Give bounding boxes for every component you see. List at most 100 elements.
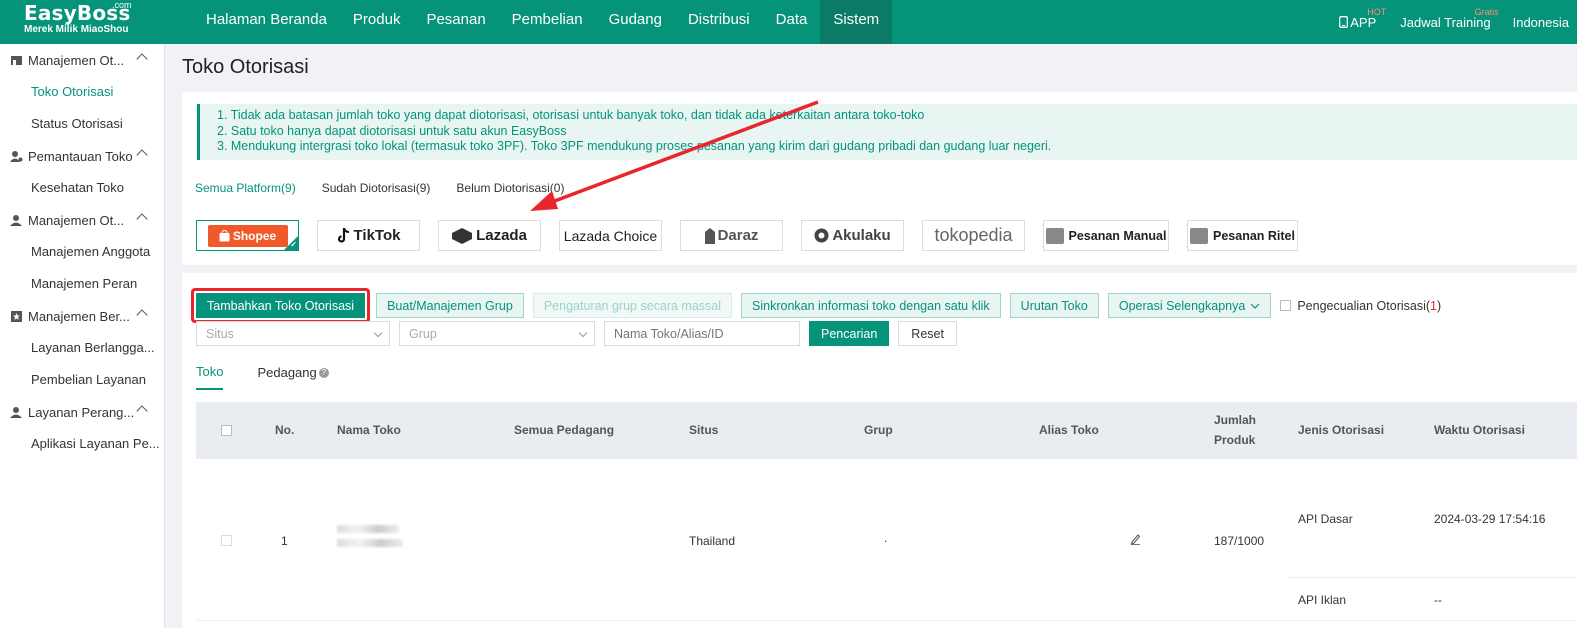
checkbox[interactable]	[1280, 300, 1292, 311]
shopee-logo: Shopee	[207, 224, 288, 247]
chevron-up-icon	[136, 405, 148, 417]
platform-label: Daraz	[717, 227, 759, 244]
notice-line: 3. Mendukung intergrasi toko lokal (term…	[217, 139, 1052, 153]
nav-orders[interactable]: Pesanan	[413, 0, 498, 44]
add-authorized-store-button[interactable]: Tambahkan Toko Otorisasi	[196, 293, 366, 318]
sync-store-info-button[interactable]: Sinkronkan informasi toko dengan satu kl…	[741, 293, 1001, 318]
site-select[interactable]: Situs	[196, 321, 390, 346]
brand-tagline: Merek Milik MiaoShou	[24, 24, 129, 35]
group-select[interactable]: Grup	[399, 321, 595, 346]
action-toolbar: Tambahkan Toko Otorisasi Buat/Manajemen …	[191, 288, 1441, 323]
nav-warehouse[interactable]: Gudang	[596, 0, 675, 44]
phone-icon	[1339, 16, 1349, 28]
chevron-up-icon	[136, 53, 148, 65]
page-title: Toko Otorisasi	[182, 56, 309, 78]
nav-system[interactable]: Sistem	[820, 0, 893, 44]
brand-logo[interactable]: EasyBoss .com Merek Milik MiaoShou	[24, 0, 144, 42]
sidebar-item-manajemen-peran[interactable]: Manajemen Peran	[0, 268, 164, 300]
brand-domain: .com	[112, 0, 132, 10]
edit-icon[interactable]	[1130, 533, 1141, 545]
col-no: No.	[275, 423, 295, 437]
select-all-checkbox[interactable]	[221, 425, 232, 436]
platform-retail-orders[interactable]: Pesanan Ritel	[1187, 220, 1298, 251]
language-selector[interactable]: Indonesia	[1513, 15, 1569, 30]
nav-purchases[interactable]: Pembelian	[499, 0, 596, 44]
sidebar-group-subscription[interactable]: Manajemen Ber...	[0, 300, 164, 332]
sidebar-group-label: Manajemen Ot...	[28, 52, 125, 68]
nav-data[interactable]: Data	[763, 0, 821, 44]
table-header: No. Nama Toko Semua Pedagang Situs Grup …	[196, 402, 1577, 459]
reset-button[interactable]: Reset	[898, 321, 957, 346]
sidebar-group-member-management[interactable]: Manajemen Ot...	[0, 204, 164, 236]
row-number: 1	[281, 534, 288, 548]
top-right-menu: APP HOT Jadwal Training Gratis Indonesia	[1339, 0, 1569, 44]
main-nav: Halaman Beranda Produk Pesanan Pembelian…	[193, 0, 893, 44]
chevron-down-icon	[1250, 303, 1260, 309]
sidebar-group-software-services[interactable]: Layanan Perang...	[0, 396, 164, 428]
platform-label: Pesanan Manual	[1068, 228, 1167, 243]
language-label: Indonesia	[1512, 14, 1569, 30]
search-button[interactable]: Pencarian	[809, 321, 890, 346]
platform-shopee[interactable]: Shopee ✓	[196, 220, 299, 251]
tab-merchants[interactable]: Pedagang ?	[257, 364, 329, 390]
app-link[interactable]: APP HOT	[1339, 7, 1386, 30]
nav-home[interactable]: Halaman Beranda	[193, 0, 340, 44]
tab-all-platforms[interactable]: Semua Platform(9)	[195, 181, 296, 199]
tab-authorized[interactable]: Sudah Diotorisasi(9)	[322, 181, 431, 199]
col-site: Situs	[689, 423, 719, 437]
platform-lazada-choice[interactable]: Lazada Choice	[559, 220, 662, 251]
tab-stores[interactable]: Toko	[196, 364, 224, 390]
platform-manual-orders[interactable]: Pesanan Manual	[1043, 220, 1169, 251]
nav-distribution[interactable]: Distribusi	[675, 0, 763, 44]
auth-time-basic: 2024-03-29 17:54:16	[1434, 512, 1546, 526]
platform-tiktok[interactable]: TikTok	[317, 220, 420, 251]
training-label: Jadwal Training	[1400, 14, 1491, 30]
platform-akulaku[interactable]: Akulaku	[801, 220, 904, 251]
main-content: Toko Otorisasi 1. Tidak ada batasan juml…	[165, 44, 1577, 628]
sidebar-item-layanan-berlangganan[interactable]: Layanan Berlangga...	[0, 332, 164, 364]
tiktok-icon	[337, 227, 349, 243]
store-order-button[interactable]: Urutan Toko	[1009, 293, 1099, 318]
tab-unauthorized[interactable]: Belum Diotorisasi(0)	[456, 181, 564, 199]
col-auth-time: Waktu Otorisasi	[1434, 423, 1525, 437]
more-operations-label: Operasi Selengkapnya	[1118, 298, 1246, 313]
tab-merchants-label: Pedagang	[257, 365, 317, 380]
group-management-button[interactable]: Buat/Manajemen Grup	[376, 293, 524, 318]
auth-type-ads: API Iklan	[1298, 593, 1347, 607]
platform-daraz[interactable]: Daraz	[680, 220, 783, 251]
col-group: Grup	[864, 423, 893, 437]
bulk-group-settings-button[interactable]: Pengaturan grup secara massal	[532, 293, 733, 318]
help-icon[interactable]: ?	[318, 367, 329, 378]
platform-tokopedia[interactable]: tokopedia	[922, 220, 1025, 251]
row-divider	[1288, 577, 1577, 578]
store-icon	[11, 55, 22, 65]
platform-label: Lazada	[476, 227, 527, 244]
row-checkbox[interactable]	[221, 535, 232, 546]
platform-label: TikTok	[353, 227, 401, 244]
col-store-name: Nama Toko	[337, 423, 401, 437]
platform-card: 1. Tidak ada batasan jumlah toko yang da…	[182, 92, 1577, 265]
users-icon	[10, 214, 22, 226]
store-search-input[interactable]	[604, 321, 800, 346]
sidebar-item-kesehatan-toko[interactable]: Kesehatan Toko	[0, 172, 164, 204]
sidebar-item-toko-otorisasi[interactable]: Toko Otorisasi	[0, 76, 164, 108]
more-operations-button[interactable]: Operasi Selengkapnya	[1107, 293, 1272, 318]
nav-products[interactable]: Produk	[340, 0, 414, 44]
sidebar-group-store-auth[interactable]: Manajemen Ot...	[0, 44, 164, 76]
sidebar-item-aplikasi-layanan[interactable]: Aplikasi Layanan Pe...	[0, 428, 164, 460]
platform-label: tokopedia	[934, 225, 1013, 245]
platform-lazada[interactable]: Lazada	[438, 220, 541, 251]
sidebar-group-store-monitoring[interactable]: Pemantauan Toko	[0, 140, 164, 172]
platform-label: Pesanan Ritel	[1213, 228, 1295, 243]
store-icon	[1045, 227, 1064, 244]
free-badge: Gratis	[1474, 6, 1499, 17]
sidebar-group-label: Manajemen Ber...	[28, 308, 130, 324]
sidebar-item-manajemen-anggota[interactable]: Manajemen Anggota	[0, 236, 164, 268]
platform-filter-tabs: Semua Platform(9) Sudah Diotorisasi(9) B…	[195, 181, 564, 199]
chevron-up-icon	[136, 309, 148, 321]
auth-exclusion-checkbox[interactable]: Pengecualian Otorisasi(1)	[1280, 299, 1441, 313]
training-link[interactable]: Jadwal Training Gratis	[1400, 7, 1498, 30]
sidebar-item-pembelian-layanan[interactable]: Pembelian Layanan	[0, 364, 164, 396]
notice-line: 1. Tidak ada batasan jumlah toko yang da…	[217, 108, 925, 122]
sidebar-item-status-otorisasi[interactable]: Status Otorisasi	[0, 108, 164, 140]
